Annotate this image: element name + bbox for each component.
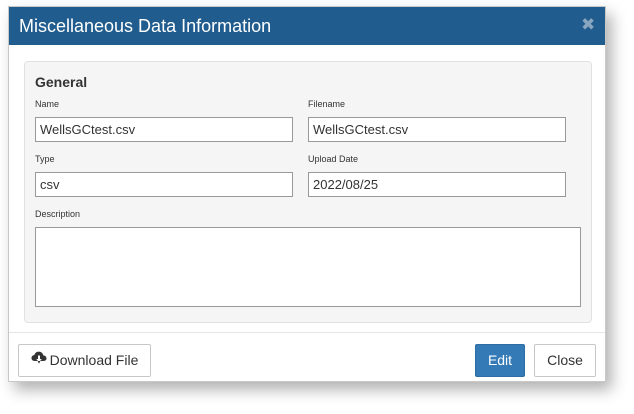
- general-panel: General Name WellsGCtest.csv Filename We…: [24, 61, 592, 323]
- misc-data-modal: Miscellaneous Data Information ✖ General…: [8, 6, 606, 382]
- close-icon[interactable]: ✖: [581, 16, 595, 34]
- description-label: Description: [35, 209, 81, 219]
- modal-title: Miscellaneous Data Information: [19, 16, 272, 36]
- type-field[interactable]: csv: [35, 172, 293, 197]
- filename-field[interactable]: WellsGCtest.csv: [308, 117, 566, 142]
- download-file-button[interactable]: Download File: [18, 344, 151, 377]
- upload-date-field[interactable]: 2022/08/25: [308, 172, 566, 197]
- close-button[interactable]: Close: [534, 344, 596, 377]
- download-file-label: Download File: [49, 352, 139, 368]
- type-label: Type: [35, 154, 55, 164]
- cloud-download-icon: [31, 344, 47, 375]
- name-label: Name: [35, 99, 60, 109]
- description-field[interactable]: [35, 227, 581, 307]
- panel-heading: General: [35, 74, 88, 90]
- upload-date-label: Upload Date: [308, 154, 359, 164]
- filename-label: Filename: [308, 99, 346, 109]
- modal-footer: Download File Edit Close: [9, 332, 605, 382]
- name-field[interactable]: WellsGCtest.csv: [35, 117, 293, 142]
- modal-header: Miscellaneous Data Information ✖: [9, 7, 605, 45]
- edit-button[interactable]: Edit: [475, 344, 525, 377]
